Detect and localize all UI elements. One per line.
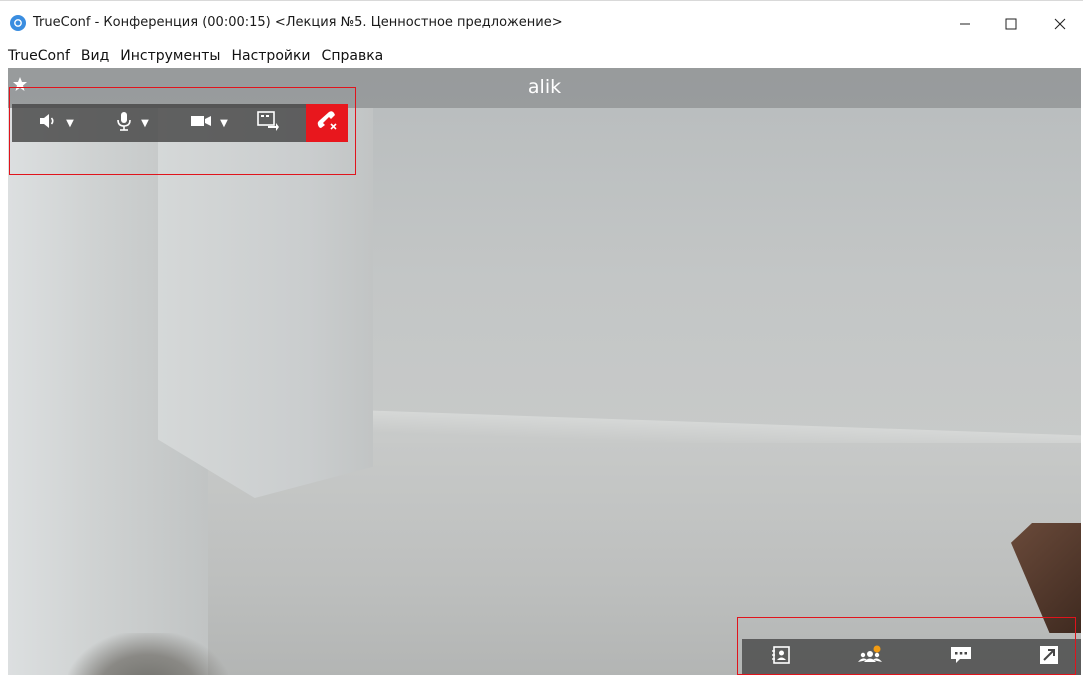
maximize-button[interactable]	[988, 9, 1034, 39]
menu-help[interactable]: Справка	[319, 44, 387, 64]
video-person	[68, 633, 228, 675]
window-title: TrueConf - Конференция (00:00:15) <Лекци…	[33, 15, 563, 30]
close-button[interactable]	[1037, 9, 1083, 39]
menu-trueconf[interactable]: TrueConf	[5, 44, 73, 64]
menu-tools[interactable]: Инструменты	[117, 44, 223, 64]
highlight-box-toolbar	[9, 87, 356, 175]
highlight-box-side-panel	[737, 617, 1076, 675]
menu-view[interactable]: Вид	[78, 44, 112, 64]
minimize-button[interactable]	[942, 9, 988, 39]
menu-bar: TrueConf Вид Инструменты Настройки Справка	[0, 44, 1083, 68]
trueconf-logo-icon	[10, 15, 26, 31]
menu-settings[interactable]: Настройки	[228, 44, 313, 64]
title-bar: TrueConf - Конференция (00:00:15) <Лекци…	[0, 0, 1083, 44]
